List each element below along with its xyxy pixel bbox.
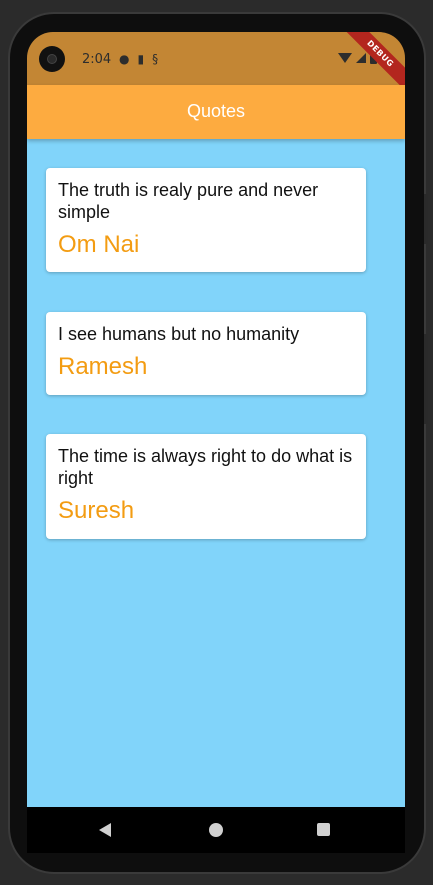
quote-card[interactable]: The truth is realy pure and never simple… <box>46 168 366 272</box>
recents-icon[interactable] <box>317 823 330 836</box>
signal-icon <box>356 53 366 63</box>
wifi-icon <box>338 53 352 63</box>
quote-author: Suresh <box>58 497 135 524</box>
device-screen: 2:04 ● ▮ § DEBUG Quotes The truth is rea… <box>27 32 405 874</box>
navigation-bar <box>27 807 405 853</box>
volume-button <box>424 334 428 424</box>
quote-text: The truth is realy pure and never simple <box>58 180 319 222</box>
quote-text: I see humans but no humanity <box>58 324 300 344</box>
home-icon[interactable] <box>209 823 223 837</box>
status-bar: 2:04 ● ▮ § DEBUG <box>27 32 405 99</box>
quote-card[interactable]: I see humans but no humanity Ramesh <box>46 312 366 395</box>
quote-card[interactable]: The time is always right to do what is r… <box>46 434 366 539</box>
app-bar: Quotes <box>27 85 405 139</box>
sim-icon: § <box>152 52 159 66</box>
status-time: 2:04 <box>82 52 112 67</box>
sd-card-icon: ▮ <box>137 52 145 66</box>
back-icon[interactable] <box>99 823 111 837</box>
notification-icons: ● ▮ § <box>119 52 158 66</box>
quote-author: Ramesh <box>58 353 148 380</box>
camera-icon <box>39 46 65 72</box>
power-button <box>424 194 428 244</box>
quote-author: Om Nai <box>58 231 140 258</box>
quote-text: The time is always right to do what is r… <box>58 446 353 488</box>
chat-icon: ● <box>119 52 130 66</box>
app-title: Quotes <box>186 101 246 121</box>
quotes-list[interactable]: The truth is realy pure and never simple… <box>27 139 405 807</box>
